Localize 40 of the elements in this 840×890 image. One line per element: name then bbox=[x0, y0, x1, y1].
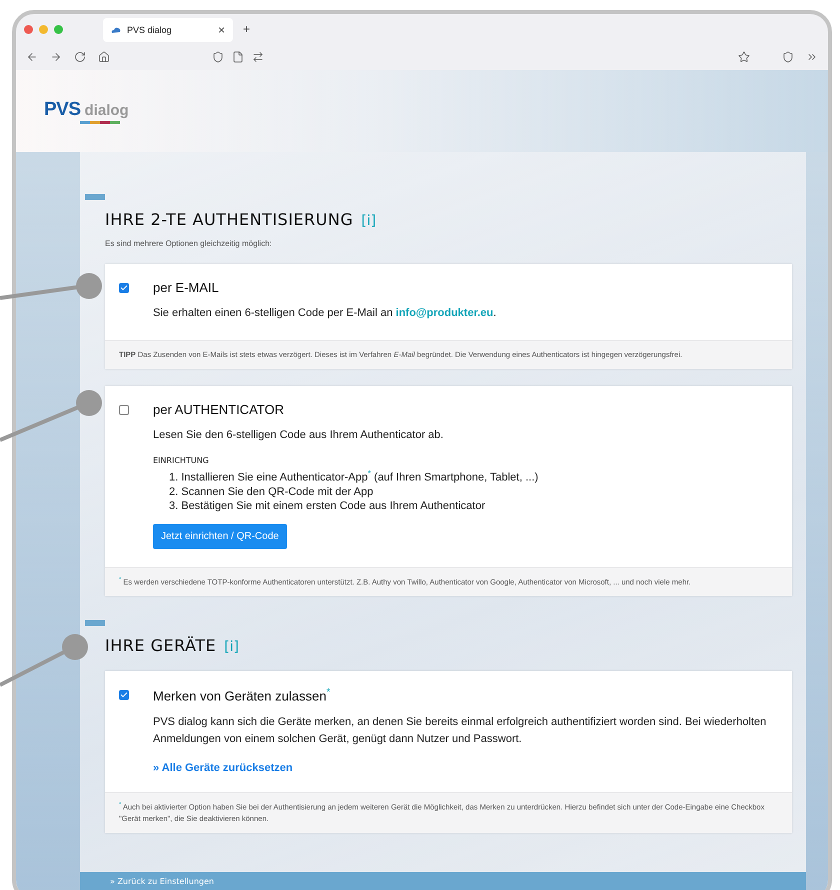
setup-step: 3. Bestätigen Sie mit einem ersten Code aus Ihrem Authenticator bbox=[153, 500, 772, 512]
shield-icon[interactable] bbox=[212, 51, 224, 63]
logo[interactable]: PVS dialog bbox=[44, 98, 129, 124]
tab-close-button[interactable]: × bbox=[218, 23, 225, 37]
setup-heading: EINRICHTUNG bbox=[153, 456, 210, 466]
star-icon[interactable] bbox=[738, 51, 750, 63]
section-accent bbox=[85, 194, 105, 200]
page-icon[interactable] bbox=[232, 51, 244, 63]
section-subtitle: Es sind mehrere Optionen gleichzeitig möglich: bbox=[105, 239, 273, 248]
chevrons-icon[interactable] bbox=[806, 51, 818, 63]
checkbox[interactable] bbox=[119, 283, 129, 293]
setup-step: 1. Installieren Sie eine Authenticator-App$^{*}$ (auf Ihren Smartphone, Tablet, ...) bbox=[153, 469, 772, 484]
email-link[interactable]: info@produkter.eu bbox=[396, 307, 494, 319]
option-title: per E-MAIL bbox=[153, 280, 220, 295]
new-tab-button[interactable]: + bbox=[243, 22, 250, 36]
home-icon[interactable] bbox=[98, 51, 110, 63]
option-description: Lesen Sie den 6-stelligen Code aus Ihrem Authenticator ab. bbox=[153, 428, 444, 444]
setup-step: 2. Scannen Sie den QR-Code mit der App bbox=[153, 486, 772, 498]
reload-icon[interactable] bbox=[74, 51, 86, 63]
checkbox[interactable] bbox=[119, 405, 129, 416]
checkbox[interactable] bbox=[119, 690, 129, 700]
close-light[interactable] bbox=[24, 24, 33, 34]
option-title: Merken von Geräten zulassen$^{*}$ bbox=[153, 687, 332, 704]
back-icon[interactable] bbox=[26, 51, 38, 63]
cloud-icon bbox=[111, 26, 121, 34]
option-title: per AUTHENTICATOR bbox=[153, 402, 285, 418]
reset-link[interactable]: » Alle Geräte zurücksetzen bbox=[153, 762, 772, 774]
forward-icon[interactable] bbox=[50, 51, 62, 63]
option-description: PVS dialog kann sich die Geräte merken, an denen Sie bereits einmal erfolgreich authentifiziert worden sind. Bei wiederholten Anmeldungen von einem solchen Gerät, genügt dann Nutzer und Passwort. bbox=[153, 714, 768, 747]
section-heading: IHRE 2-TE AUTHENTISIERUNG bbox=[105, 210, 354, 229]
info-link[interactable]: [i] bbox=[224, 639, 239, 656]
pocket-icon[interactable] bbox=[782, 51, 794, 63]
back-link[interactable]: » Zurück zu Einstellungen bbox=[110, 877, 214, 886]
option-description: Sie erhalten einen 6-stelligen Code per E-Mail an info@produkter.eu. bbox=[153, 306, 498, 321]
swap-arrows-icon[interactable] bbox=[252, 51, 264, 63]
info-link[interactable]: [i] bbox=[361, 213, 376, 229]
section-accent bbox=[85, 620, 105, 626]
section-heading: IHRE GERÄTE bbox=[105, 636, 216, 656]
setup-button[interactable]: Jetzt einrichten / QR-Code bbox=[153, 524, 287, 549]
browser-tab[interactable]: PVS dialog × bbox=[103, 18, 233, 42]
